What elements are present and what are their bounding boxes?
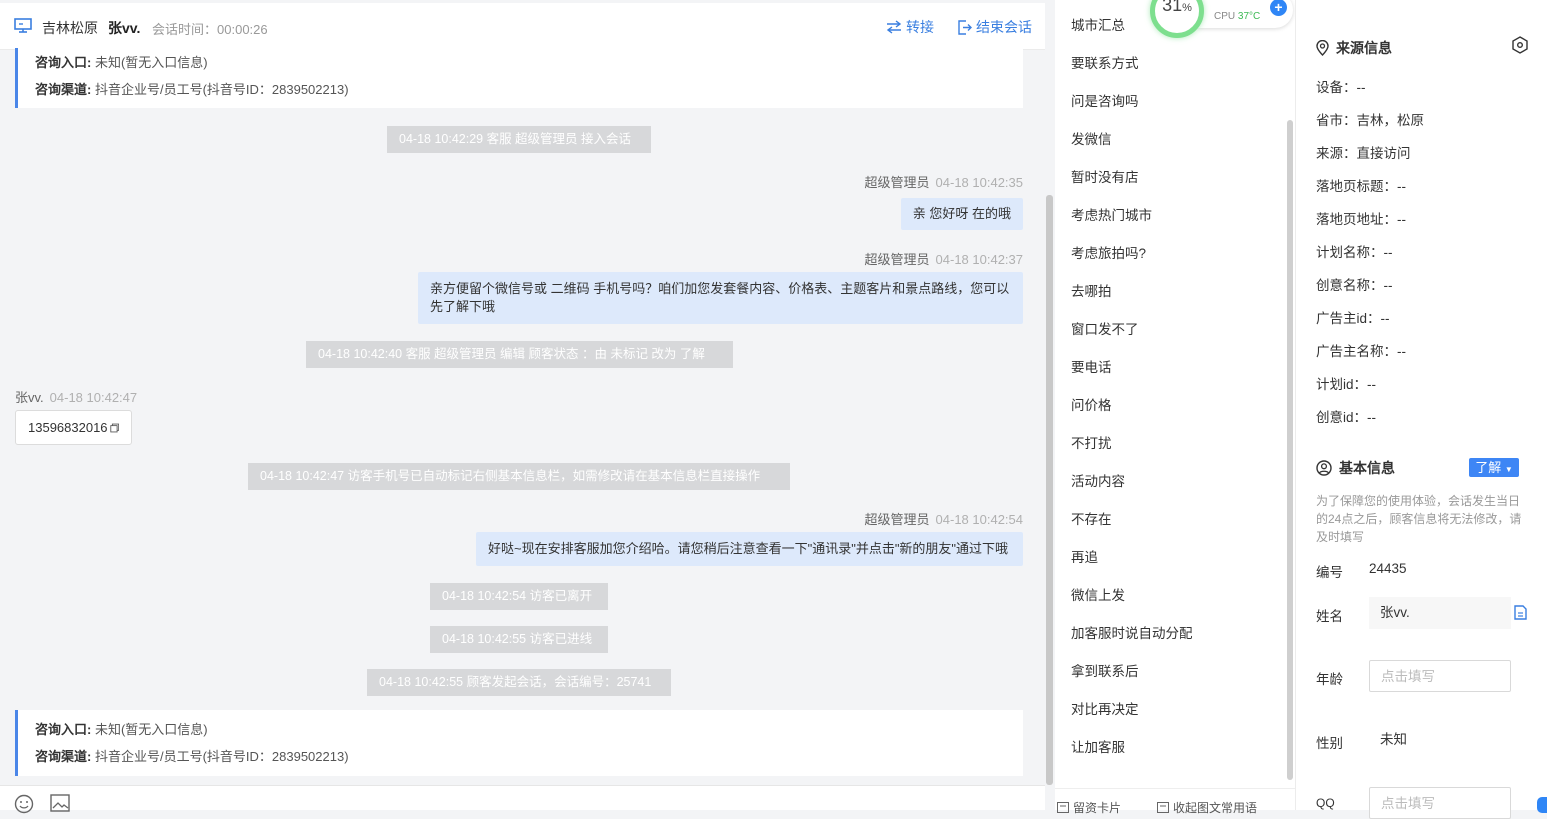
quick-reply-item[interactable]: 城市汇总 [1071,14,1125,34]
source-origin: 来源：直接访问 [1316,146,1411,161]
message-meta: 张vv. 04-18 10:42:47 [15,390,138,405]
lead-card-button[interactable]: 留资卡片 [1057,799,1121,816]
system-message: 04-18 10:42:40 客服 超级管理员 编辑 顾客状态 ：由 未标记 改… [306,341,733,368]
visitor-message-bubble: 13596832016 [15,410,132,445]
gender-label: 性别 [1316,736,1343,751]
transfer-button[interactable]: 转接 [886,17,934,37]
source-advertiser-id: 广告主id：-- [1316,311,1390,326]
quick-reply-item[interactable]: 考虑旅拍吗? [1071,242,1146,262]
quick-reply-item[interactable]: 考虑热门城市 [1071,204,1152,224]
quick-reply-item[interactable]: 去哪拍 [1071,280,1112,300]
template-icon [1157,802,1169,813]
source-advertiser-name: 广告主名称：-- [1316,344,1406,359]
floating-help-button[interactable] [1537,797,1547,813]
system-message: 04-18 10:42:54 访客已离开 [430,583,608,610]
quick-reply-item[interactable]: 让加客服 [1071,736,1125,756]
basic-info-title: 基本信息 [1316,458,1395,478]
quick-reply-item[interactable]: 拿到联系后 [1071,660,1139,680]
end-session-button[interactable]: 结束会话 [957,17,1032,37]
visitor-region: 吉林松原 [42,20,98,36]
quick-reply-item[interactable]: 发微信 [1071,128,1112,148]
consult-info-card-bottom: 咨询入口: 未知(暂无入口信息) 咨询渠道: 抖音企业号/员工号(抖音号ID：2… [15,710,1023,776]
source-creative-name: 创意名称：-- [1316,278,1393,293]
id-label: 编号 [1316,565,1343,580]
visitor-name: 张vv. [108,20,141,36]
quick-reply-item[interactable]: 微信上发 [1071,584,1125,604]
quick-reply-item[interactable]: 再追 [1071,546,1098,566]
consult-entry-row: 咨询入口: 未知(暂无入口信息) [35,722,208,737]
source-landing-title: 落地页标题：-- [1316,179,1406,194]
agent-message-bubble: 好哒~现在安排客服加您介绍哈。请您稍后注意查看一下"通讯录"并点击"新的朋友"通… [476,532,1023,566]
agent-message-bubble: 亲方便留个微信号或 二维码 手机号吗？咱们加您发套餐内容、价格表、主题客片和景点… [418,272,1023,324]
chat-scrollbar[interactable] [1046,195,1053,785]
quick-reply-item[interactable]: 不打扰 [1071,432,1112,452]
agent-message-bubble: 亲 您好呀 在的哦 [900,198,1023,230]
copy-icon[interactable] [109,422,119,434]
system-message: 04-18 10:42:55 访客已进线 [430,626,608,653]
message-meta: 超级管理员 04-18 10:42:37 [864,252,1023,267]
collapse-templates-button[interactable]: 收起图文常用语 [1157,799,1257,816]
quick-reply-panel: 城市汇总 要联系方式 问是咨询吗 发微信 暂时没有店 考虑热门城市 考虑旅拍吗?… [1055,0,1295,810]
system-message: 04-18 10:42:29 客服 超级管理员 接入会话 [387,126,651,153]
source-creative-id: 创意id：-- [1316,410,1376,425]
emoji-icon[interactable] [14,794,34,814]
session-duration: 会话时间：00:00:26 [152,22,268,37]
quick-reply-item[interactable]: 问价格 [1071,394,1112,414]
consult-channel-row: 咨询渠道: 抖音企业号/员工号(抖音号ID：2839502213) [35,749,349,764]
eye-settings-icon[interactable] [1511,36,1529,54]
consult-channel-row: 咨询渠道: 抖音企业号/员工号(抖音号ID：2839502213) [35,82,349,97]
quick-reply-item[interactable]: 不存在 [1071,508,1112,528]
quick-reply-item[interactable]: 要电话 [1071,356,1112,376]
cpu-percent: 31% [1162,0,1192,15]
copy-icon[interactable] [1514,605,1527,620]
chat-panel: 吉林松原 张vv. 会话时间：00:00:26 转接 结束会话 咨询入口: 未知… [0,0,1045,814]
chat-header: 吉林松原 张vv. 会话时间：00:00:26 转接 结束会话 [0,3,1045,50]
transfer-icon [886,20,902,34]
user-circle-icon [1316,460,1332,476]
qq-label: QQ [1316,796,1335,810]
customer-status-dropdown[interactable]: 了解 ▼ [1469,458,1519,477]
image-icon[interactable] [50,794,70,812]
message-meta: 超级管理员 04-18 10:42:35 [864,175,1023,190]
chat-input-toolbar [0,785,1045,814]
source-landing-url: 落地页地址：-- [1316,212,1406,227]
quick-reply-item[interactable]: 暂时没有店 [1071,166,1139,186]
location-icon [1316,40,1329,56]
source-device: 设备：-- [1316,80,1366,95]
quick-reply-item[interactable]: 要联系方式 [1071,52,1139,72]
system-message: 04-18 10:42:55 顾客发起会话，会话编号：25741 [367,669,671,696]
quick-reply-item[interactable]: 对比再决定 [1071,698,1139,718]
cpu-usage-ring: 31% [1150,0,1204,38]
quick-reply-item[interactable]: 窗口发不了 [1071,318,1139,338]
quick-reply-item[interactable]: 活动内容 [1071,470,1125,490]
message-meta: 超级管理员 04-18 10:42:54 [864,512,1023,527]
cpu-monitor-widget[interactable]: CPU 37°C 31% + [1150,0,1295,38]
card-icon [1057,802,1069,813]
system-message: 04-18 10:42:47 访客手机号已自动标记右侧基本信息栏，如需修改请在基… [248,463,790,490]
consult-entry-row: 咨询入口: 未知(暂无入口信息) [35,55,208,70]
name-label: 姓名 [1316,609,1343,624]
info-notice: 为了保障您的使用体验，会话发生当日的24点之后，顾客信息将无法修改，请及时填写 [1316,494,1522,544]
age-input[interactable] [1369,660,1511,692]
quick-reply-footer: 留资卡片 收起图文常用语 [1055,788,1295,815]
source-plan-name: 计划名称：-- [1316,245,1393,260]
source-plan-id: 计划id：-- [1316,377,1376,392]
gender-select[interactable]: 未知 [1369,724,1511,756]
name-field[interactable]: 张vv. [1369,597,1511,629]
exit-icon [958,19,972,35]
consult-info-card-top: 咨询入口: 未知(暂无入口信息) 咨询渠道: 抖音企业号/员工号(抖音号ID：2… [15,48,1023,108]
quick-reply-scrollbar[interactable] [1287,120,1293,780]
quick-reply-item[interactable]: 加客服时说自动分配 [1071,622,1193,642]
cpu-temp-label: CPU 37°C [1214,11,1261,22]
id-value: 24435 [1369,561,1407,576]
monitor-icon [14,18,32,33]
qq-input[interactable] [1369,787,1511,819]
age-label: 年龄 [1316,672,1343,687]
source-info-title: 来源信息 [1316,38,1392,58]
source-province-city: 省市：吉林，松原 [1316,113,1424,128]
visitor-info-panel: 来源信息 设备：-- 省市：吉林，松原 来源：直接访问 落地页标题：-- 落地页… [1295,0,1547,819]
quick-reply-item[interactable]: 问是咨询吗 [1071,90,1139,110]
